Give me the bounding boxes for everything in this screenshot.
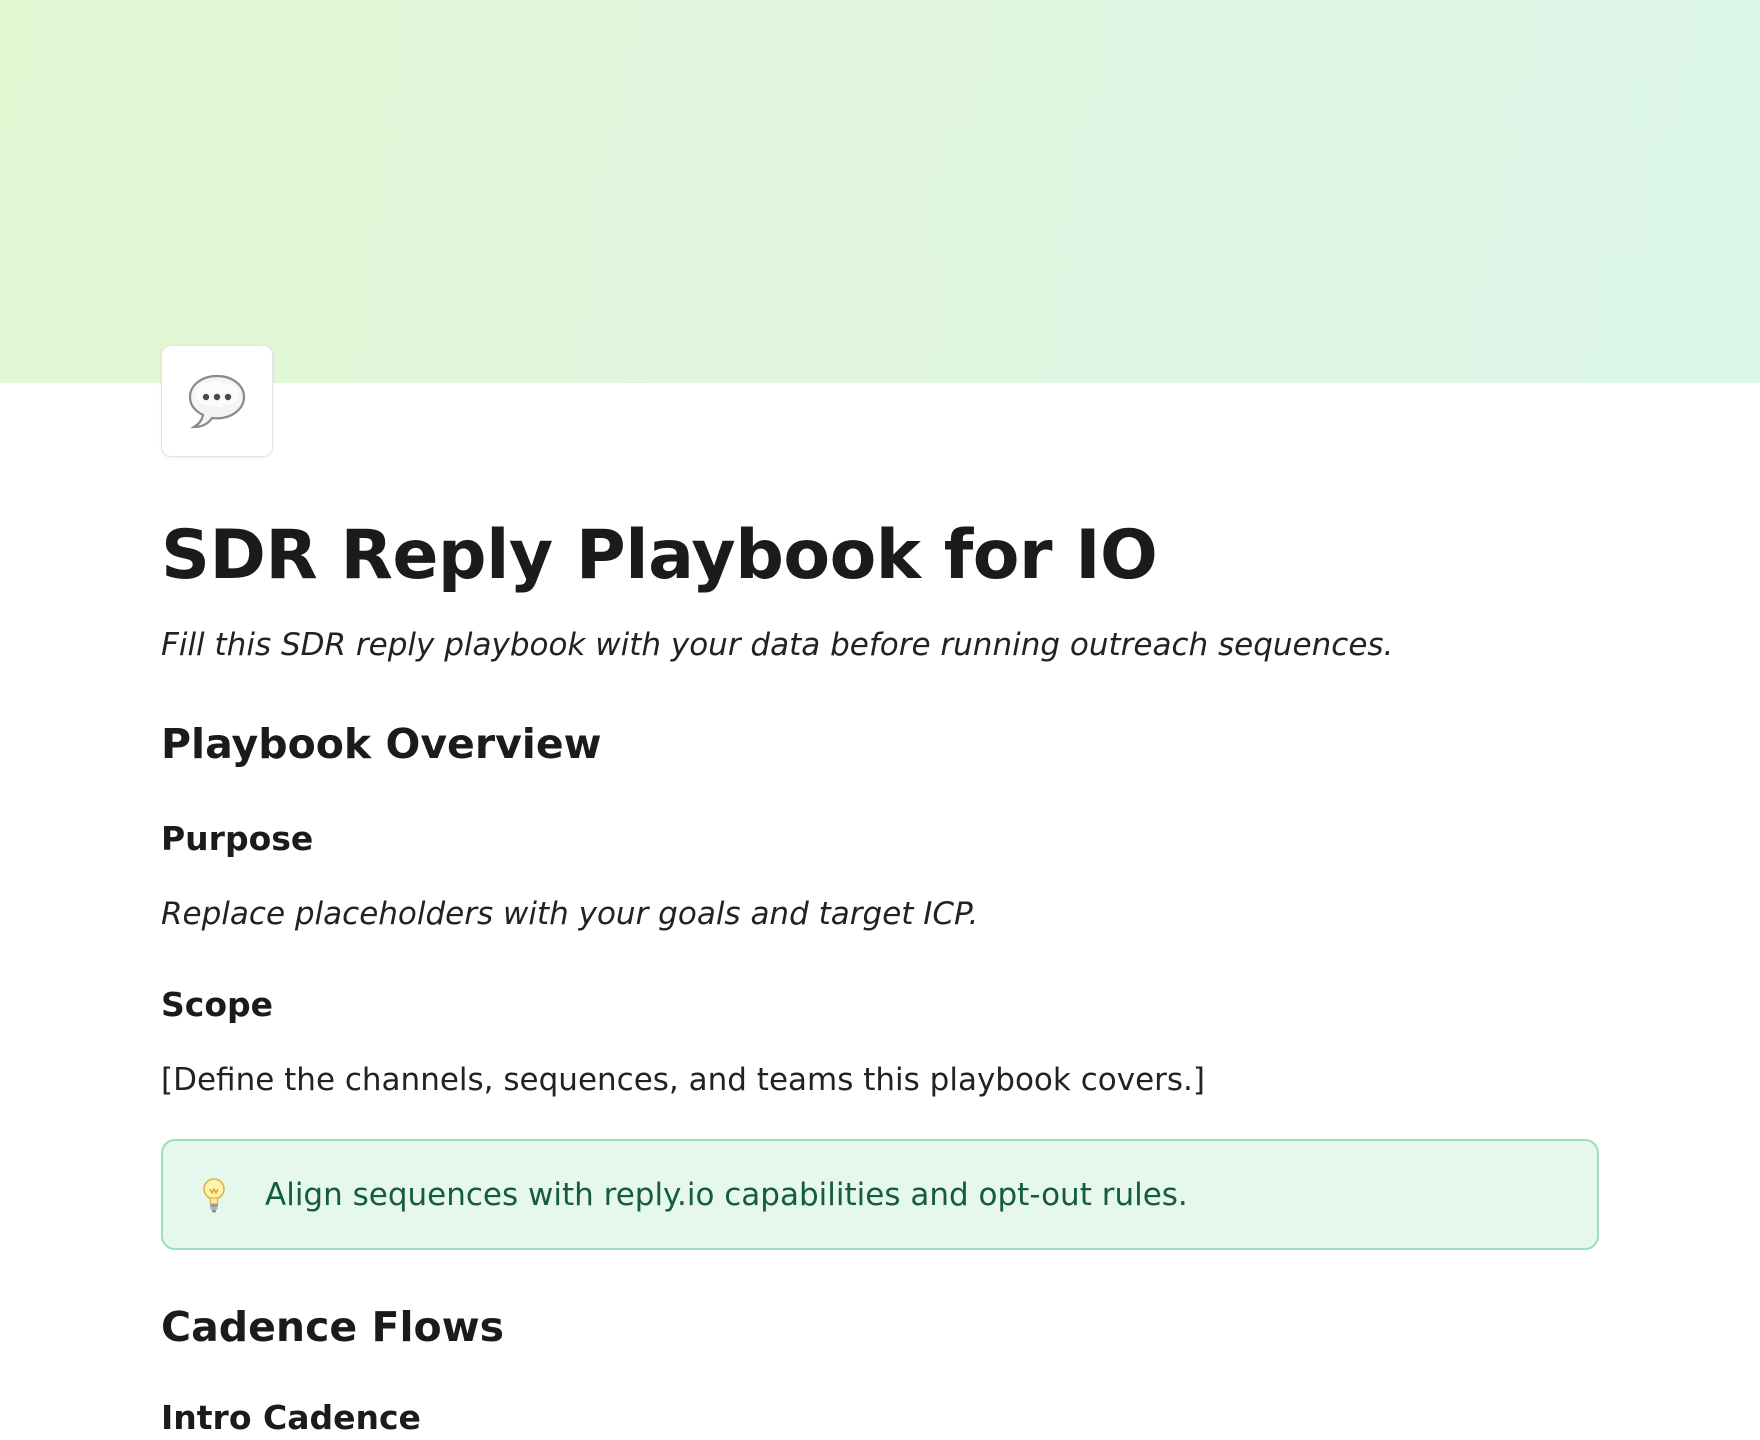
page-title[interactable]: SDR Reply Playbook for IO <box>161 512 1158 600</box>
callout-block[interactable]: Align sequences with reply.io capabiliti… <box>161 1139 1599 1250</box>
heading-intro-cadence[interactable]: Intro Cadence <box>161 1396 421 1440</box>
heading-purpose[interactable]: Purpose <box>161 817 313 861</box>
purpose-text[interactable]: Replace placeholders with your goals and… <box>161 893 978 935</box>
page-icon-container[interactable] <box>161 345 273 457</box>
scope-text[interactable]: [Define the channels, sequences, and tea… <box>161 1059 1205 1101</box>
cover-banner[interactable] <box>0 0 1760 383</box>
callout-text[interactable]: Align sequences with reply.io capabiliti… <box>265 1174 1188 1216</box>
heading-playbook-overview[interactable]: Playbook Overview <box>161 718 602 770</box>
document-page: SDR Reply Playbook for IO Fill this SDR … <box>0 0 1760 1440</box>
heading-scope[interactable]: Scope <box>161 983 273 1027</box>
light-bulb-icon <box>203 1178 225 1213</box>
speech-balloon-icon <box>188 374 246 429</box>
heading-cadence-flows[interactable]: Cadence Flows <box>161 1301 504 1353</box>
page-subtitle[interactable]: Fill this SDR reply playbook with your d… <box>161 624 1393 666</box>
